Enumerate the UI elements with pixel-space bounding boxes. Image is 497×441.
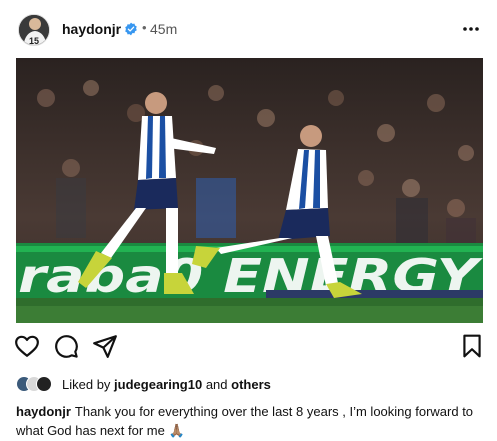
liked-by-and: and xyxy=(205,376,228,392)
liked-by-avatars[interactable] xyxy=(16,376,54,392)
liked-by-others[interactable]: others xyxy=(231,377,271,392)
more-options-icon[interactable] xyxy=(461,22,481,36)
bookmark-icon[interactable] xyxy=(459,333,485,359)
time-separator: • xyxy=(142,20,147,35)
post-photo: raba0 ENERGY xyxy=(16,58,483,323)
post-username[interactable]: haydonjr xyxy=(62,21,121,37)
caption-username[interactable]: haydonjr xyxy=(16,404,71,419)
post-image[interactable]: raba0 ENERGY xyxy=(16,58,483,323)
likes-summary: Liked by judegearing10 and others xyxy=(16,374,486,394)
post-header: 15 haydonjr • 45m xyxy=(0,0,497,58)
avatar-image: 15 xyxy=(19,15,49,46)
liked-by-user[interactable]: judegearing10 xyxy=(114,377,202,392)
heart-icon[interactable] xyxy=(14,333,40,359)
verified-badge-icon xyxy=(125,22,137,36)
caption-text: Thank you for everything over the last 8… xyxy=(16,404,474,438)
comment-icon[interactable] xyxy=(53,333,79,359)
pray-emoji: 🙏🏽 xyxy=(168,423,185,438)
svg-text:15: 15 xyxy=(29,36,39,46)
post-timestamp: 45m xyxy=(150,21,178,37)
post-caption: haydonjr Thank you for everything over th… xyxy=(16,402,481,440)
post-actions xyxy=(0,333,497,363)
liked-by-prefix: Liked by xyxy=(62,376,111,392)
send-icon[interactable] xyxy=(92,333,118,359)
liker-avatar xyxy=(36,376,52,392)
avatar[interactable]: 15 xyxy=(18,14,50,46)
